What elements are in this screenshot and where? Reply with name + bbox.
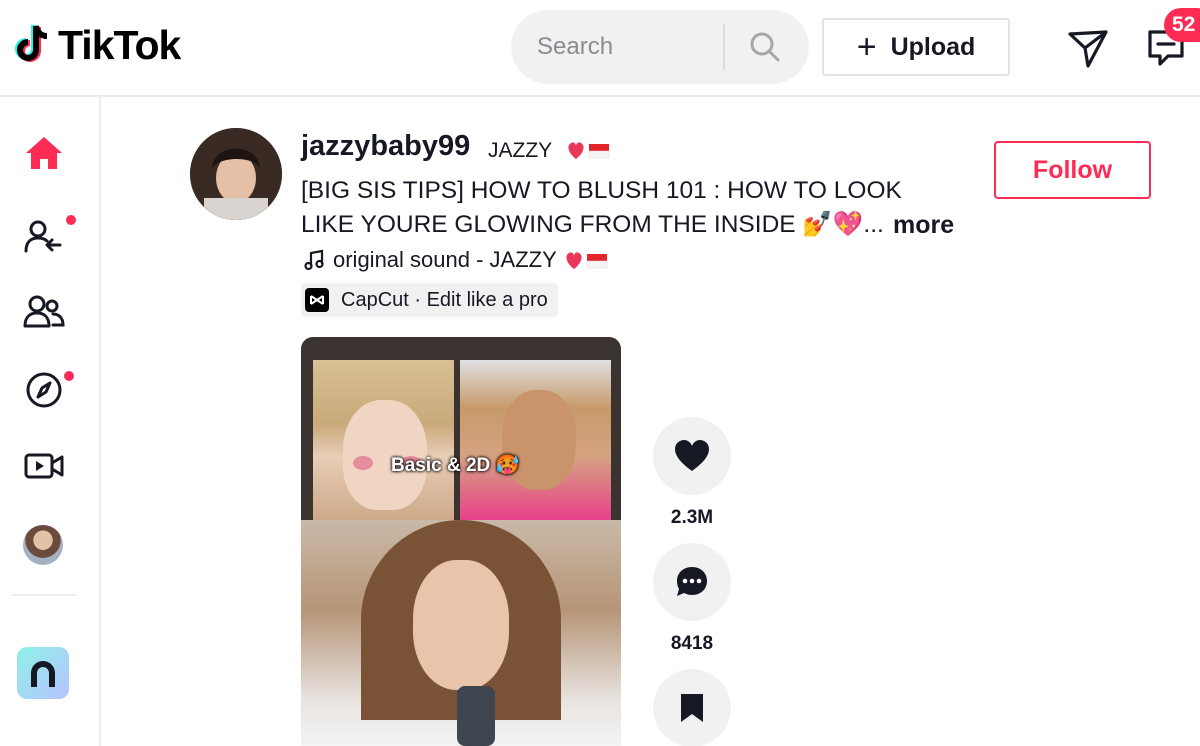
live-icon — [24, 453, 64, 479]
left-sidebar — [0, 97, 101, 746]
sidebar-divider — [12, 594, 76, 596]
sound-name: original sound - JAZZY — [333, 247, 557, 272]
arch-icon — [31, 661, 55, 687]
face-illustration — [413, 560, 509, 690]
comment-button[interactable] — [653, 543, 731, 621]
like-button[interactable] — [653, 417, 731, 495]
home-icon — [26, 137, 62, 169]
blush-mark — [353, 456, 373, 470]
bookmark-button[interactable] — [653, 669, 731, 746]
author-avatar[interactable] — [190, 128, 282, 220]
sidebar-app-icon[interactable] — [17, 647, 69, 699]
post-username[interactable]: jazzybaby99 — [301, 130, 470, 163]
plus-icon: + — [856, 28, 877, 66]
notification-dot — [64, 371, 74, 381]
post-sound-link[interactable]: original sound - JAZZY — [303, 247, 609, 273]
video-player[interactable]: Basic & 2D 🥵 — [301, 337, 621, 746]
upload-label: Upload — [890, 32, 976, 61]
heart-icon — [675, 440, 709, 471]
video-frame-bottom — [301, 520, 621, 746]
heart-flag-emoji-icon — [568, 142, 610, 159]
post-caption: [BIG SIS TIPS] HOW TO BLUSH 101 : HOW TO… — [301, 177, 902, 238]
sidebar-item-home[interactable] — [18, 128, 70, 178]
music-note-icon — [304, 249, 324, 271]
send-icon — [1068, 30, 1108, 68]
sidebar-item-following[interactable] — [18, 212, 70, 262]
video-frame-left — [313, 360, 454, 520]
top-header: TikTok + Upload 52 — [0, 0, 1200, 97]
notification-dot — [66, 215, 76, 225]
follow-button[interactable]: Follow — [994, 141, 1151, 199]
like-count: 2.3M — [670, 507, 714, 528]
caption-more-link[interactable]: more — [893, 208, 954, 242]
logo-text: TikTok — [58, 22, 181, 68]
post-nickname: JAZZY — [488, 139, 553, 162]
search-icon — [750, 32, 780, 62]
upload-button[interactable]: + Upload — [822, 18, 1010, 76]
search-bar — [511, 10, 809, 84]
capcut-label: CapCut · Edit like a pro — [341, 288, 548, 311]
sidebar-item-live[interactable] — [18, 441, 70, 491]
video-frame-right — [460, 360, 611, 520]
tiktok-logo[interactable]: TikTok — [12, 22, 181, 68]
search-button[interactable] — [733, 24, 797, 70]
sidebar-item-friends[interactable] — [18, 287, 70, 337]
video-overlay-text: Basic & 2D 🥵 — [391, 455, 520, 476]
tiktok-logo-icon — [15, 25, 48, 62]
sidebar-item-explore[interactable] — [18, 365, 70, 415]
capcut-anchor-link[interactable]: CapCut · Edit like a pro — [301, 283, 558, 317]
bookmark-icon — [681, 694, 703, 722]
capcut-icon — [305, 288, 329, 312]
friends-icon — [23, 295, 65, 328]
comment-icon — [677, 567, 707, 596]
compass-icon — [26, 372, 62, 408]
microphone-illustration — [457, 686, 495, 746]
heart-flag-emoji-icon — [566, 252, 608, 269]
author-avatar-image — [190, 128, 282, 220]
inbox-count-badge: 52 — [1164, 8, 1200, 42]
comment-count: 8418 — [670, 633, 714, 654]
sidebar-item-profile-avatar[interactable] — [23, 525, 63, 565]
following-icon — [24, 220, 62, 253]
search-input[interactable] — [537, 28, 723, 66]
messages-button[interactable] — [1066, 26, 1110, 70]
search-divider — [723, 24, 725, 70]
